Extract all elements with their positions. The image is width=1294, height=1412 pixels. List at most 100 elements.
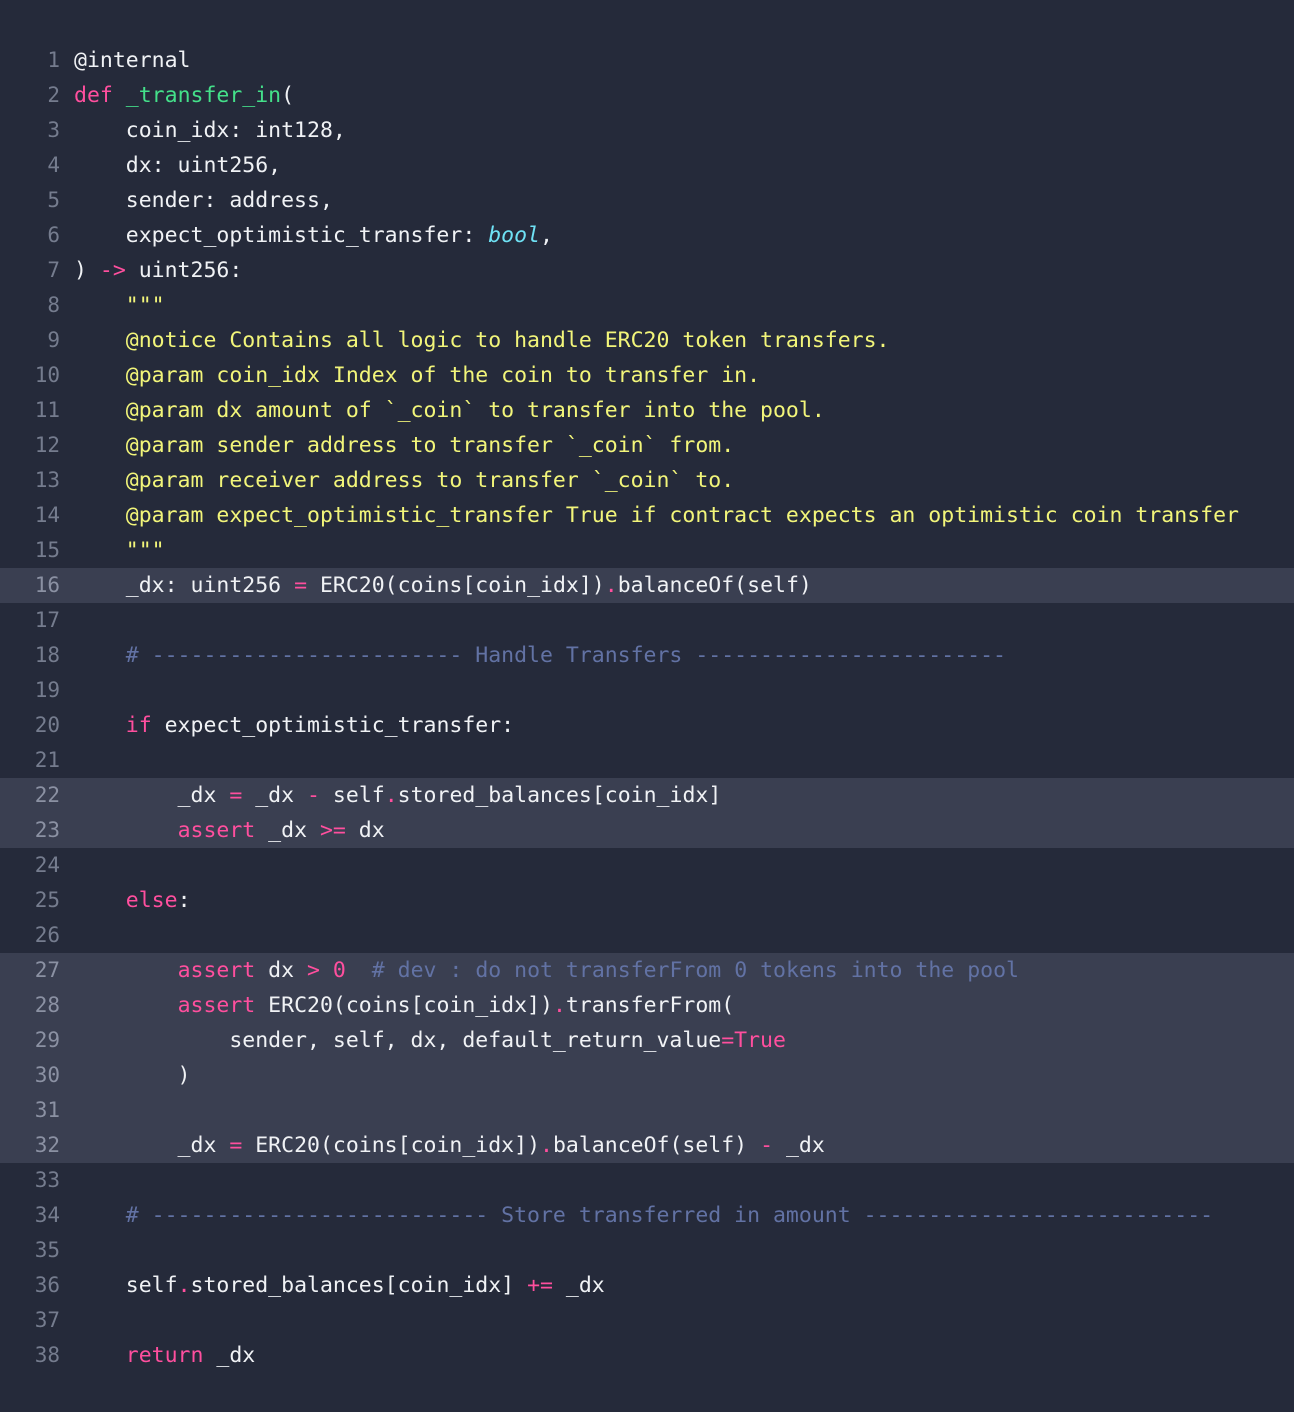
code-line[interactable]: 23 assert _dx >= dx: [0, 813, 1294, 848]
code-line[interactable]: 30 ): [0, 1058, 1294, 1093]
code-line[interactable]: 12 @param sender address to transfer `_c…: [0, 428, 1294, 463]
token-plain: dx: uint256,: [74, 153, 282, 178]
token-plain: _dx: uint256: [74, 573, 295, 598]
code-line[interactable]: 11 @param dx amount of `_coin` to transf…: [0, 393, 1294, 428]
token-plain: _dx: [74, 1133, 230, 1158]
token-cm: # ------------------------ Handle Transf…: [74, 643, 1006, 668]
line-number: 14: [34, 503, 60, 527]
token-plain: sender: address,: [74, 188, 333, 213]
line-number: 35: [34, 1238, 60, 1262]
code-line[interactable]: 10 @param coin_idx Index of the coin to …: [0, 358, 1294, 393]
token-op: >=: [319, 818, 346, 843]
code-viewer[interactable]: 1 @internal 2 def _transfer_in(3 coin_idx: …: [0, 0, 1294, 1412]
token-op: -: [760, 1133, 774, 1158]
token-plain: dx: [255, 958, 308, 983]
token-doc: """: [74, 293, 165, 318]
token-kw: return: [125, 1343, 204, 1368]
code-line[interactable]: 1 @internal: [0, 43, 1294, 78]
line-number: 33: [34, 1168, 60, 1192]
token-plain: coin_idx: int128,: [74, 118, 346, 143]
code-line[interactable]: 19: [0, 673, 1294, 708]
code-line[interactable]: 34 # -------------------------- Store tr…: [0, 1198, 1294, 1233]
line-number: 34: [34, 1203, 60, 1227]
line-source: _dx: uint256 = ERC20(coins[coin_idx]).ba…: [60, 568, 812, 603]
code-line[interactable]: 8 """: [0, 288, 1294, 323]
code-line[interactable]: 18 # ------------------------ Handle Tra…: [0, 638, 1294, 673]
code-line[interactable]: 33: [0, 1163, 1294, 1198]
code-line[interactable]: 3 coin_idx: int128,: [0, 113, 1294, 148]
token-op: .: [604, 573, 618, 598]
token-doc: @param receiver address to transfer `_co…: [74, 468, 735, 493]
line-number: 7: [47, 258, 60, 282]
code-line[interactable]: 21: [0, 743, 1294, 778]
token-plain: ,: [540, 223, 553, 248]
token-plain: ): [74, 258, 100, 283]
code-line[interactable]: 15 """: [0, 533, 1294, 568]
token-kw: assert: [177, 818, 256, 843]
token-op: .: [384, 783, 398, 808]
line-number: 6: [47, 223, 60, 247]
line-number: 24: [34, 853, 60, 877]
code-line[interactable]: 7) -> uint256:: [0, 253, 1294, 288]
code-line[interactable]: 31: [0, 1093, 1294, 1128]
line-source: assert _dx >= dx: [60, 813, 385, 848]
token-plain: _dx: [773, 1133, 825, 1158]
line-source: self.stored_balances[coin_idx] += _dx: [60, 1268, 605, 1303]
code-line[interactable]: 35: [0, 1233, 1294, 1268]
code-line[interactable]: 27 assert dx > 0 # dev : do not transfer…: [0, 953, 1294, 988]
code-line[interactable]: 6 expect_optimistic_transfer: bool,: [0, 218, 1294, 253]
token-op: =: [721, 1028, 735, 1053]
token-kw: if: [125, 713, 152, 738]
code-line[interactable]: 20 if expect_optimistic_transfer:: [0, 708, 1294, 743]
line-number: 16: [34, 573, 60, 597]
line-number: 26: [34, 923, 60, 947]
token-plain: dx: [345, 818, 385, 843]
code-line[interactable]: 26: [0, 918, 1294, 953]
token-cm: # dev : do not transferFrom 0 tokens int…: [345, 958, 1019, 983]
code-line[interactable]: 5 sender: address,: [0, 183, 1294, 218]
code-line[interactable]: 16 _dx: uint256 = ERC20(coins[coin_idx])…: [0, 568, 1294, 603]
code-line[interactable]: 25 else:: [0, 883, 1294, 918]
code-line[interactable]: 29 sender, self, dx, default_return_valu…: [0, 1023, 1294, 1058]
token-kw: def: [74, 83, 113, 108]
token-plain: (: [281, 83, 295, 108]
token-op: >: [307, 958, 320, 983]
token-plain: ERC20(coins[coin_idx]): [307, 573, 605, 598]
code-line[interactable]: 38 return _dx: [0, 1338, 1294, 1373]
code-line[interactable]: 24: [0, 848, 1294, 883]
line-number: 11: [34, 398, 60, 422]
code-line[interactable]: 13 @param receiver address to transfer `…: [0, 463, 1294, 498]
token-fn: _transfer_in: [125, 83, 282, 108]
token-plain: transferFrom(: [565, 993, 735, 1018]
code-line[interactable]: 36 self.stored_balances[coin_idx] += _dx: [0, 1268, 1294, 1303]
line-number: 5: [47, 188, 60, 212]
line-number: 19: [34, 678, 60, 702]
line-source: if expect_optimistic_transfer:: [60, 708, 514, 743]
code-line[interactable]: 32 _dx = ERC20(coins[coin_idx]).balanceO…: [0, 1128, 1294, 1163]
token-op: .: [552, 993, 566, 1018]
token-doc: @param expect_optimistic_transfer True i…: [74, 503, 1239, 528]
code-line[interactable]: 22 _dx = _dx - self.stored_balances[coin…: [0, 778, 1294, 813]
code-line[interactable]: 14 @param expect_optimistic_transfer Tru…: [0, 498, 1294, 533]
code-line[interactable]: 37: [0, 1303, 1294, 1338]
line-number: 15: [34, 538, 60, 562]
line-source: else:: [60, 883, 191, 918]
line-number: 4: [47, 153, 60, 177]
code-line[interactable]: 9 @notice Contains all logic to handle E…: [0, 323, 1294, 358]
line-number: 28: [34, 993, 60, 1017]
line-source: return _dx: [60, 1338, 255, 1373]
line-number: 1: [47, 48, 60, 72]
token-doc: @param sender address to transfer `_coin…: [74, 433, 735, 458]
token-kw: else: [125, 888, 178, 913]
code-line[interactable]: 2 def _transfer_in(: [0, 78, 1294, 113]
line-number: 38: [34, 1343, 60, 1367]
code-line[interactable]: 17: [0, 603, 1294, 638]
token-plain: self: [74, 1273, 178, 1298]
line-source: @param receiver address to transfer `_co…: [60, 463, 734, 498]
token-op: =: [294, 573, 308, 598]
token-plain: :: [177, 888, 191, 913]
code-line[interactable]: 28 assert ERC20(coins[coin_idx]).transfe…: [0, 988, 1294, 1023]
code-line[interactable]: 4 dx: uint256,: [0, 148, 1294, 183]
